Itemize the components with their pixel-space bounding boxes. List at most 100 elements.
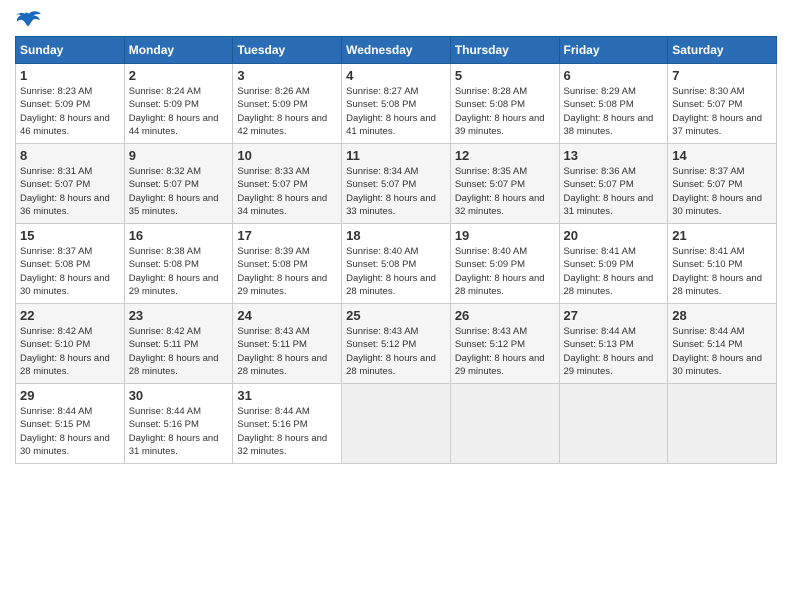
day-detail: Sunrise: 8:35 AM Sunset: 5:07 PM Dayligh… [455, 165, 555, 218]
calendar-week-row: 15 Sunrise: 8:37 AM Sunset: 5:08 PM Dayli… [16, 224, 777, 304]
calendar-cell: 28Sunrise: 8:44 AM Sunset: 5:14 PM Dayli… [668, 304, 777, 384]
logo [15, 10, 45, 32]
day-number: 4 [346, 68, 446, 83]
day-detail: Sunrise: 8:34 AM Sunset: 5:07 PM Dayligh… [346, 165, 446, 218]
day-number: 22 [20, 308, 120, 323]
day-detail: Sunrise: 8:40 AM Sunset: 5:08 PM Dayligh… [346, 245, 446, 298]
day-number: 17 [237, 228, 337, 243]
calendar-cell: 2 Sunrise: 8:24 AM Sunset: 5:09 PM Daylig… [124, 64, 233, 144]
day-detail: Sunrise: 8:26 AM Sunset: 5:09 PM Dayligh… [237, 85, 337, 138]
calendar-cell: 4 Sunrise: 8:27 AM Sunset: 5:08 PM Daylig… [342, 64, 451, 144]
day-number: 20 [564, 228, 664, 243]
calendar-cell: 6 Sunrise: 8:29 AM Sunset: 5:08 PM Daylig… [559, 64, 668, 144]
calendar-cell [342, 384, 451, 464]
day-detail: Sunrise: 8:29 AM Sunset: 5:08 PM Dayligh… [564, 85, 664, 138]
calendar-cell: 22 Sunrise: 8:42 AM Sunset: 5:10 PM Dayli… [16, 304, 125, 384]
calendar-header-thursday: Thursday [450, 37, 559, 64]
calendar-week-row: 29Sunrise: 8:44 AM Sunset: 5:15 PM Dayli… [16, 384, 777, 464]
day-number: 10 [237, 148, 337, 163]
day-detail: Sunrise: 8:43 AM Sunset: 5:12 PM Dayligh… [346, 325, 446, 378]
day-detail: Sunrise: 8:30 AM Sunset: 5:07 PM Dayligh… [672, 85, 772, 138]
calendar-cell: 30 Sunrise: 8:44 AM Sunset: 5:16 PM Dayli… [124, 384, 233, 464]
day-detail: Sunrise: 8:40 AM Sunset: 5:09 PM Dayligh… [455, 245, 555, 298]
day-number: 2 [129, 68, 229, 83]
calendar-header-wednesday: Wednesday [342, 37, 451, 64]
calendar-cell [559, 384, 668, 464]
day-number: 1 [20, 68, 120, 83]
calendar-cell: 13Sunrise: 8:36 AM Sunset: 5:07 PM Dayli… [559, 144, 668, 224]
calendar-cell: 5 Sunrise: 8:28 AM Sunset: 5:08 PM Daylig… [450, 64, 559, 144]
day-number: 31 [237, 388, 337, 403]
calendar-header-saturday: Saturday [668, 37, 777, 64]
calendar-cell: 17 Sunrise: 8:39 AM Sunset: 5:08 PM Dayli… [233, 224, 342, 304]
day-number: 6 [564, 68, 664, 83]
calendar-cell: 15 Sunrise: 8:37 AM Sunset: 5:08 PM Dayli… [16, 224, 125, 304]
day-detail: Sunrise: 8:37 AM Sunset: 5:07 PM Dayligh… [672, 165, 772, 218]
day-number: 21 [672, 228, 772, 243]
day-number: 30 [129, 388, 229, 403]
day-number: 5 [455, 68, 555, 83]
day-detail: Sunrise: 8:42 AM Sunset: 5:10 PM Dayligh… [20, 325, 120, 378]
calendar-cell: 16 Sunrise: 8:38 AM Sunset: 5:08 PM Dayli… [124, 224, 233, 304]
calendar-cell: 31Sunrise: 8:44 AM Sunset: 5:16 PM Dayli… [233, 384, 342, 464]
day-detail: Sunrise: 8:43 AM Sunset: 5:12 PM Dayligh… [455, 325, 555, 378]
day-detail: Sunrise: 8:38 AM Sunset: 5:08 PM Dayligh… [129, 245, 229, 298]
calendar-cell: 26 Sunrise: 8:43 AM Sunset: 5:12 PM Dayli… [450, 304, 559, 384]
day-detail: Sunrise: 8:41 AM Sunset: 5:10 PM Dayligh… [672, 245, 772, 298]
day-number: 8 [20, 148, 120, 163]
day-detail: Sunrise: 8:39 AM Sunset: 5:08 PM Dayligh… [237, 245, 337, 298]
calendar-cell: 3 Sunrise: 8:26 AM Sunset: 5:09 PM Daylig… [233, 64, 342, 144]
day-detail: Sunrise: 8:28 AM Sunset: 5:08 PM Dayligh… [455, 85, 555, 138]
calendar-cell: 23 Sunrise: 8:42 AM Sunset: 5:11 PM Dayli… [124, 304, 233, 384]
calendar-cell: 14Sunrise: 8:37 AM Sunset: 5:07 PM Dayli… [668, 144, 777, 224]
day-number: 18 [346, 228, 446, 243]
day-detail: Sunrise: 8:44 AM Sunset: 5:13 PM Dayligh… [564, 325, 664, 378]
logo-bird-icon [15, 10, 43, 32]
day-number: 15 [20, 228, 120, 243]
day-detail: Sunrise: 8:24 AM Sunset: 5:09 PM Dayligh… [129, 85, 229, 138]
day-number: 28 [672, 308, 772, 323]
day-number: 3 [237, 68, 337, 83]
day-number: 19 [455, 228, 555, 243]
calendar-header-monday: Monday [124, 37, 233, 64]
day-number: 16 [129, 228, 229, 243]
calendar-cell: 25 Sunrise: 8:43 AM Sunset: 5:12 PM Dayli… [342, 304, 451, 384]
header [15, 10, 777, 32]
day-number: 25 [346, 308, 446, 323]
day-detail: Sunrise: 8:44 AM Sunset: 5:16 PM Dayligh… [129, 405, 229, 458]
day-number: 9 [129, 148, 229, 163]
day-number: 24 [237, 308, 337, 323]
calendar-cell [668, 384, 777, 464]
day-number: 13 [564, 148, 664, 163]
calendar-header-sunday: Sunday [16, 37, 125, 64]
calendar-cell: 27Sunrise: 8:44 AM Sunset: 5:13 PM Dayli… [559, 304, 668, 384]
calendar-cell: 24Sunrise: 8:43 AM Sunset: 5:11 PM Dayli… [233, 304, 342, 384]
calendar-cell: 21 Sunrise: 8:41 AM Sunset: 5:10 PM Dayli… [668, 224, 777, 304]
calendar-cell [450, 384, 559, 464]
calendar-cell: 11 Sunrise: 8:34 AM Sunset: 5:07 PM Dayli… [342, 144, 451, 224]
calendar-cell: 7 Sunrise: 8:30 AM Sunset: 5:07 PM Daylig… [668, 64, 777, 144]
day-detail: Sunrise: 8:32 AM Sunset: 5:07 PM Dayligh… [129, 165, 229, 218]
calendar-week-row: 22 Sunrise: 8:42 AM Sunset: 5:10 PM Dayli… [16, 304, 777, 384]
calendar-cell: 8Sunrise: 8:31 AM Sunset: 5:07 PM Daylig… [16, 144, 125, 224]
day-number: 11 [346, 148, 446, 163]
day-detail: Sunrise: 8:44 AM Sunset: 5:15 PM Dayligh… [20, 405, 120, 458]
calendar-week-row: 8Sunrise: 8:31 AM Sunset: 5:07 PM Daylig… [16, 144, 777, 224]
day-number: 7 [672, 68, 772, 83]
day-number: 12 [455, 148, 555, 163]
day-number: 26 [455, 308, 555, 323]
day-number: 23 [129, 308, 229, 323]
day-detail: Sunrise: 8:37 AM Sunset: 5:08 PM Dayligh… [20, 245, 120, 298]
day-detail: Sunrise: 8:27 AM Sunset: 5:08 PM Dayligh… [346, 85, 446, 138]
calendar-week-row: 1Sunrise: 8:23 AM Sunset: 5:09 PM Daylig… [16, 64, 777, 144]
calendar-header-tuesday: Tuesday [233, 37, 342, 64]
calendar-cell: 10 Sunrise: 8:33 AM Sunset: 5:07 PM Dayli… [233, 144, 342, 224]
calendar-header-friday: Friday [559, 37, 668, 64]
calendar-cell: 9 Sunrise: 8:32 AM Sunset: 5:07 PM Daylig… [124, 144, 233, 224]
day-detail: Sunrise: 8:42 AM Sunset: 5:11 PM Dayligh… [129, 325, 229, 378]
calendar-body: 1Sunrise: 8:23 AM Sunset: 5:09 PM Daylig… [16, 64, 777, 464]
day-detail: Sunrise: 8:41 AM Sunset: 5:09 PM Dayligh… [564, 245, 664, 298]
calendar-cell: 1Sunrise: 8:23 AM Sunset: 5:09 PM Daylig… [16, 64, 125, 144]
calendar-cell: 18 Sunrise: 8:40 AM Sunset: 5:08 PM Dayli… [342, 224, 451, 304]
day-detail: Sunrise: 8:33 AM Sunset: 5:07 PM Dayligh… [237, 165, 337, 218]
